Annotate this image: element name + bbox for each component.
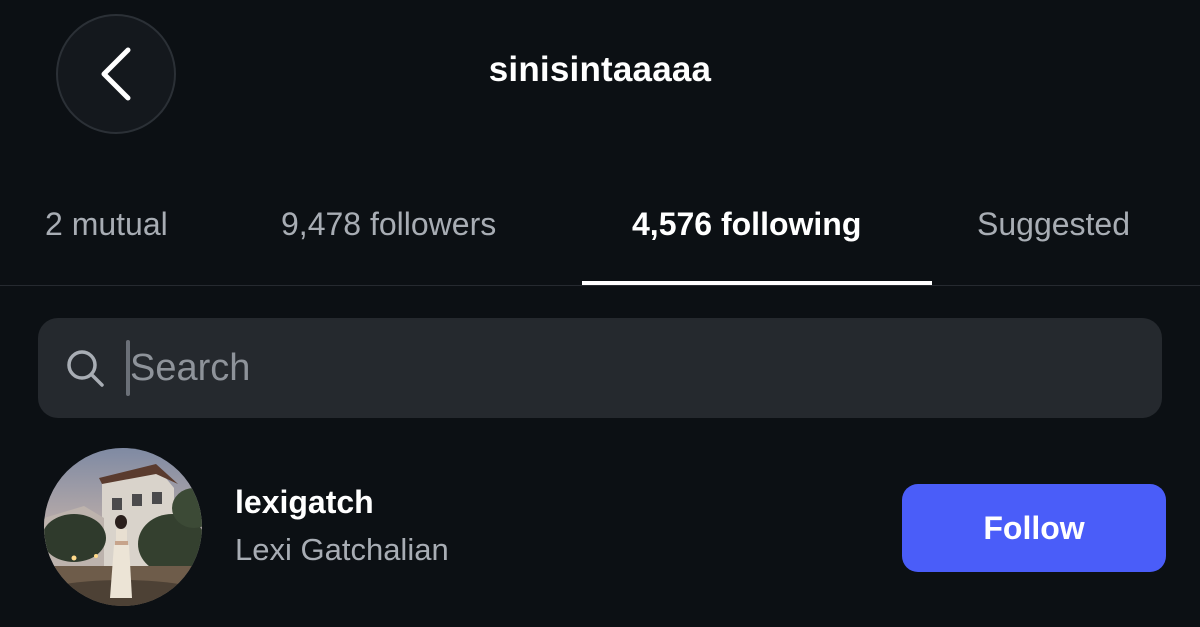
tab-followers[interactable]: 9,478 followers [281,206,496,243]
search-icon [67,350,104,387]
tab-bar: 2 mutual 9,478 followers 4,576 following… [0,186,1200,286]
username[interactable]: lexigatch [235,484,374,521]
search-input[interactable] [130,342,1110,394]
follow-button[interactable]: Follow [902,484,1166,572]
active-tab-indicator [582,281,932,285]
page-title: sinisintaaaaa [488,50,712,89]
avatar-photo [44,448,202,606]
tab-following[interactable]: 4,576 following [632,206,861,243]
search-bar[interactable] [38,318,1162,418]
avatar[interactable] [44,448,202,606]
full-name: Lexi Gatchalian [235,532,449,567]
tab-suggested[interactable]: Suggested [977,206,1130,243]
tab-mutual[interactable]: 2 mutual [45,206,168,243]
list-item[interactable]: lexigatch Lexi Gatchalian Follow [0,446,1200,616]
